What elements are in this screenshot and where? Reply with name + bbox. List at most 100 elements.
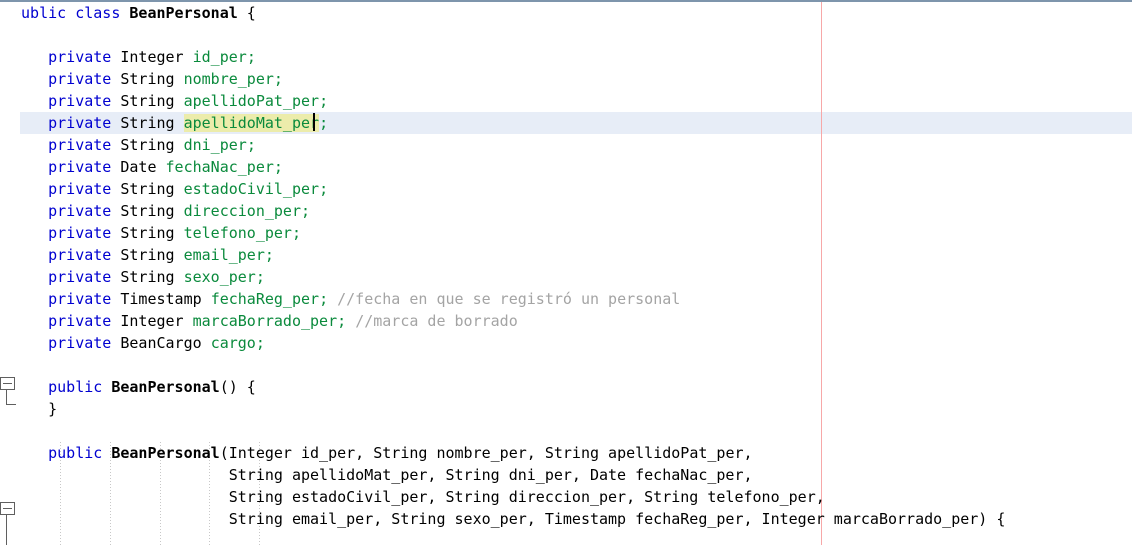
code-token: private xyxy=(48,136,112,154)
code-token: ; xyxy=(273,158,283,176)
code-token: telefono_per xyxy=(183,224,292,242)
code-line[interactable]: String email_per, String sexo_per, Times… xyxy=(12,508,1006,530)
code-token: String email_per, String sexo_per, Times… xyxy=(12,510,1006,528)
code-token: () { xyxy=(219,378,256,396)
code-token: ; xyxy=(319,290,329,308)
code-token: String xyxy=(111,246,184,264)
code-token: private xyxy=(48,312,112,330)
code-token: ; xyxy=(291,224,301,242)
code-token: BeanCargo xyxy=(111,334,211,352)
text-caret xyxy=(313,113,315,131)
collapse-fold-icon[interactable] xyxy=(0,377,15,390)
code-token: estadoCivil_per xyxy=(183,180,320,198)
code-token: String xyxy=(111,268,184,286)
code-line[interactable]: private String nombre_per; xyxy=(12,68,283,90)
code-token: direccion_per xyxy=(183,202,301,220)
code-token: String xyxy=(111,224,184,242)
code-token: nombre_per xyxy=(183,70,274,88)
code-token: private xyxy=(48,202,112,220)
code-token: private xyxy=(48,92,112,110)
code-token: private xyxy=(48,180,112,198)
code-token: cargo xyxy=(210,334,256,352)
code-line[interactable]: String estadoCivil_per, String direccion… xyxy=(12,486,825,508)
code-token: String xyxy=(111,114,184,132)
code-line[interactable]: String apellidoMat_per, String dni_per, … xyxy=(12,464,753,486)
code-token: email_per xyxy=(183,246,265,264)
code-token: ; xyxy=(319,92,329,110)
code-token: Integer xyxy=(111,48,193,66)
code-token: { xyxy=(237,4,256,22)
code-line[interactable]: private Timestamp fechaReg_per; //fecha … xyxy=(12,288,680,310)
code-token: String xyxy=(111,92,184,110)
code-token: ; xyxy=(273,70,283,88)
code-token: public xyxy=(12,4,67,22)
code-line[interactable]: private String apellidoMat_per; xyxy=(12,112,328,134)
code-token: sexo_per xyxy=(183,268,256,286)
code-line[interactable]: private String telefono_per; xyxy=(12,222,301,244)
code-editor-pane[interactable]: public class BeanPersonal { private Inte… xyxy=(0,0,1132,545)
code-line[interactable]: private Date fechaNac_per; xyxy=(12,156,283,178)
code-token: BeanPersonal xyxy=(129,4,238,22)
code-fold-gutter[interactable] xyxy=(0,2,20,545)
code-token: (Integer id_per, String nombre_per, Stri… xyxy=(219,444,753,462)
code-token: //fecha en que se registró un personal xyxy=(337,290,681,308)
code-token: String xyxy=(111,136,184,154)
code-line[interactable]: private String sexo_per; xyxy=(12,266,265,288)
code-token: String xyxy=(111,180,184,198)
code-token: private xyxy=(48,290,112,308)
code-token: marcaBorrado_per xyxy=(192,312,338,330)
code-token: fechaReg_per xyxy=(210,290,320,308)
code-line[interactable]: private String estadoCivil_per; xyxy=(12,178,328,200)
collapse-fold-icon[interactable] xyxy=(0,502,15,515)
code-token: String apellidoMat_per, String dni_per, … xyxy=(12,466,753,484)
code-token: BeanPersonal xyxy=(111,444,220,462)
code-token: Integer xyxy=(111,312,193,330)
code-line[interactable]: private String apellidoPat_per; xyxy=(12,90,328,112)
code-token: private xyxy=(48,158,112,176)
code-token: Date xyxy=(111,158,166,176)
code-token: String xyxy=(111,202,184,220)
code-token: ; xyxy=(264,246,274,264)
code-token: private xyxy=(48,114,112,132)
code-token: dni_per xyxy=(183,136,247,154)
fold-range-line xyxy=(6,390,7,404)
code-token: id_per xyxy=(192,48,247,66)
code-line[interactable]: public BeanPersonal(Integer id_per, Stri… xyxy=(12,442,753,464)
code-line[interactable]: private BeanCargo cargo; xyxy=(12,332,265,354)
code-token: ; xyxy=(301,202,311,220)
fold-range-end xyxy=(6,404,16,405)
code-token: public xyxy=(48,378,103,396)
code-token: private xyxy=(48,334,112,352)
code-token: ; xyxy=(246,136,256,154)
code-token: apellidoMat_per xyxy=(183,114,320,132)
code-token: String estadoCivil_per, String direccion… xyxy=(12,488,825,506)
code-token: private xyxy=(48,246,112,264)
code-token: private xyxy=(48,70,112,88)
code-token: ; xyxy=(337,312,347,330)
code-line[interactable]: private Integer id_per; xyxy=(12,46,256,68)
code-token: public xyxy=(48,444,103,462)
code-token: apellidoPat_per xyxy=(183,92,320,110)
code-token: BeanPersonal xyxy=(111,378,220,396)
code-token: ; xyxy=(255,268,265,286)
code-token: String xyxy=(111,70,184,88)
code-token: fechaNac_per xyxy=(165,158,274,176)
code-line[interactable]: private String email_per; xyxy=(12,244,274,266)
code-line[interactable]: private String dni_per; xyxy=(12,134,256,156)
code-line[interactable]: private Integer marcaBorrado_per; //marc… xyxy=(12,310,518,332)
code-token: private xyxy=(48,48,112,66)
code-line[interactable]: public class BeanPersonal { xyxy=(12,2,256,24)
code-token: ; xyxy=(319,180,329,198)
code-token: ; xyxy=(255,334,265,352)
code-text-layer[interactable]: public class BeanPersonal { private Inte… xyxy=(0,2,1132,545)
code-token: Timestamp xyxy=(111,290,211,308)
code-token: ; xyxy=(246,48,256,66)
code-token: //marca de borrado xyxy=(355,312,518,330)
code-line[interactable]: private String direccion_per; xyxy=(12,200,310,222)
code-line[interactable]: public BeanPersonal() { xyxy=(12,376,256,398)
